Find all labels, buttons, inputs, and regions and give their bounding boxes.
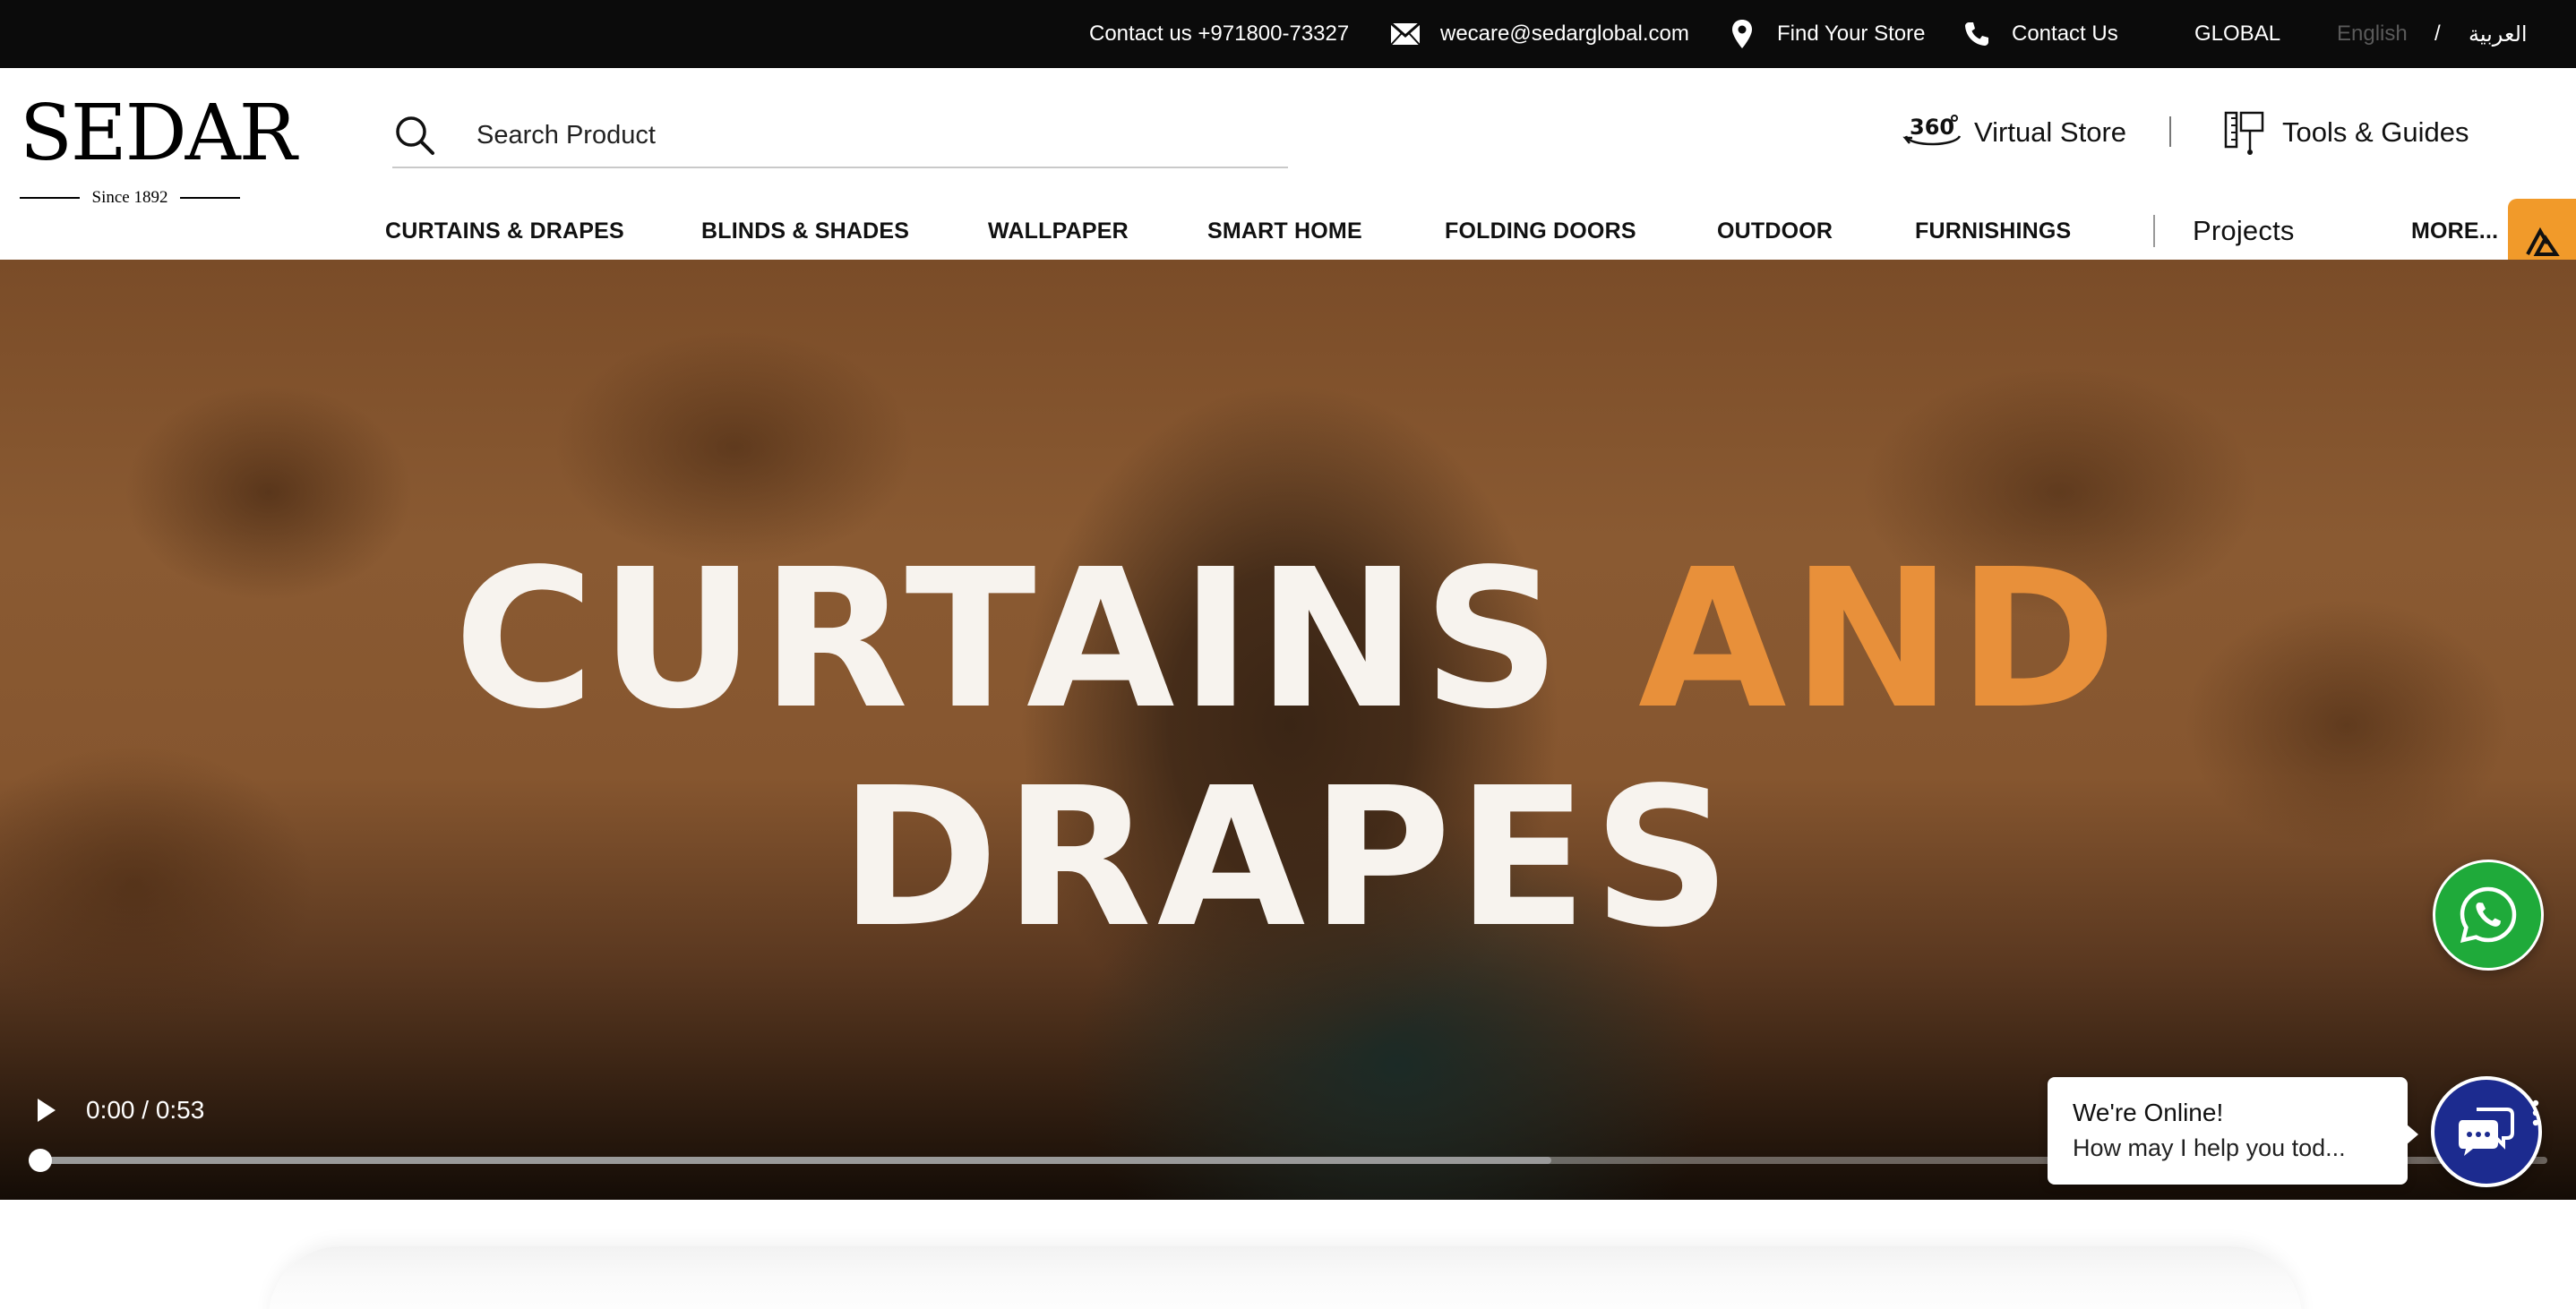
svg-text:360: 360 [1910, 115, 1954, 140]
top-bar: Contact us +971800-73327 wecare@sedarglo… [0, 0, 2576, 68]
virtual-store-label: Virtual Store [1974, 116, 2127, 148]
virtual-store-link[interactable]: 360 Virtual Store [1902, 104, 2126, 161]
nav-item-smart-home[interactable]: SMART HOME [1207, 202, 1362, 260]
nav-item-folding-doors[interactable]: FOLDING DOORS [1445, 202, 1636, 260]
language-english[interactable]: English [2337, 0, 2408, 68]
language-separator-label: / [2434, 21, 2441, 46]
chat-greeting-bubble[interactable]: We're Online! How may I help you tod... [2048, 1077, 2418, 1185]
nav-item-furnishings[interactable]: FURNISHINGS [1915, 202, 2071, 260]
email-label: wecare@sedarglobal.com [1440, 21, 1689, 46]
hero-title-line-1: CURTAINS AND [0, 544, 2576, 736]
phone-icon [1962, 19, 1992, 49]
sedar-logo[interactable]: SEDAR Since 1892 [20, 89, 297, 207]
logo-wordmark: SEDAR [20, 89, 297, 178]
nav-item-projects[interactable]: Projects [2193, 202, 2295, 260]
find-store-link[interactable]: Find Your Store [1727, 0, 1925, 68]
tools-guides-link[interactable]: Tools & Guides [2223, 104, 2469, 161]
phone-link-label: Contact us +971800-73327 [1089, 21, 1350, 46]
nav-divider [2153, 215, 2155, 247]
view-360-icon: 360 [1902, 111, 1963, 154]
hero-title-word-curtains: CURTAINS [453, 528, 1567, 751]
email-link[interactable]: wecare@sedarglobal.com [1390, 0, 1689, 68]
language-arabic-label: العربية [2469, 21, 2528, 47]
video-time: 0:00 / 0:53 [86, 1096, 205, 1124]
chat-icon [2459, 1108, 2514, 1156]
main-nav: CURTAINS & DRAPES BLINDS & SHADES WALLPA… [0, 202, 2576, 260]
tools-guides-icon [2223, 109, 2266, 156]
hero-title-line-2: DRAPES [839, 747, 1737, 970]
kebab-menu-icon[interactable] [2531, 1099, 2540, 1126]
tools-guides-label: Tools & Guides [2282, 116, 2469, 148]
whatsapp-button[interactable] [2433, 860, 2544, 971]
region-selector[interactable]: GLOBAL [2194, 0, 2280, 68]
hero-video[interactable]: CURTAINS AND DRAPES [0, 260, 2576, 1200]
content-card [269, 1246, 2302, 1309]
content-section [0, 1200, 2576, 1309]
search-bar [392, 104, 1288, 168]
video-progress-thumb[interactable] [29, 1149, 52, 1172]
mail-icon [1390, 19, 1421, 49]
language-english-label: English [2337, 21, 2408, 46]
accessibility-tab-icon [2526, 227, 2560, 256]
chat-greeting-message: How may I help you tod... [2073, 1134, 2346, 1161]
video-buffer [29, 1157, 1551, 1164]
nav-item-more[interactable]: MORE... [2411, 202, 2523, 260]
search-icon[interactable] [392, 113, 437, 158]
header-divider [2169, 116, 2171, 147]
nav-item-curtains-drapes[interactable]: CURTAINS & DRAPES [385, 202, 624, 260]
find-store-label: Find Your Store [1777, 21, 1926, 46]
nav-item-wallpaper[interactable]: WALLPAPER [988, 202, 1129, 260]
region-label: GLOBAL [2194, 21, 2281, 46]
whatsapp-icon [2460, 886, 2517, 944]
contact-label: Contact Us [2012, 21, 2118, 46]
nav-more-label: MORE... [2411, 218, 2499, 244]
play-icon [38, 1099, 56, 1122]
language-arabic[interactable]: العربية [2469, 0, 2528, 68]
search-input[interactable] [477, 120, 1193, 150]
nav-item-outdoor[interactable]: OUTDOOR [1717, 202, 1833, 260]
play-button[interactable] [30, 1092, 63, 1128]
location-pin-icon [1727, 19, 1757, 49]
site-header: SEDAR Since 1892 360 Virtual Store Tools… [0, 68, 2576, 285]
contact-link[interactable]: Contact Us [1962, 0, 2118, 68]
live-chat-button[interactable] [2431, 1076, 2542, 1187]
phone-link[interactable]: Contact us +971800-73327 [1089, 0, 1349, 68]
hero-title-word-and: AND [1637, 528, 2123, 751]
chat-greeting-title: We're Online! [2073, 1099, 2224, 1126]
nav-item-blinds-shades[interactable]: BLINDS & SHADES [701, 202, 909, 260]
language-separator: / [2434, 0, 2441, 68]
